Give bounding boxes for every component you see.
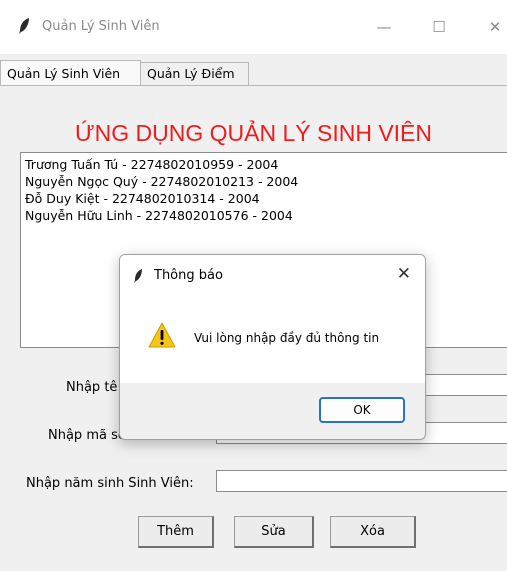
dialog-message: Vui lòng nhập đầy đủ thông tin xyxy=(194,331,380,345)
birth-year-label: Nhập năm sinh Sinh Viên: xyxy=(26,476,194,491)
name-label: Nhập tê xyxy=(66,380,118,395)
dialog-title: Thông báo xyxy=(154,268,223,283)
list-item[interactable]: Đỗ Duy Kiệt - 2274802010314 - 2004 xyxy=(25,191,260,206)
list-item[interactable]: Nguyễn Hữu Linh - 2274802010576 - 2004 xyxy=(25,208,293,223)
feather-icon xyxy=(134,269,142,283)
tab-grade-management[interactable]: Quản Lý Điểm xyxy=(140,62,249,86)
list-item[interactable]: Trương Tuấn Tú - 2274802010959 - 2004 xyxy=(25,157,278,172)
maximize-button[interactable]: ☐ xyxy=(424,14,454,40)
title-bar: Quản Lý Sinh Viên — ☐ ✕ xyxy=(0,0,507,54)
dialog-title-bar: Thông báo ✕ xyxy=(120,255,425,295)
main-window: Quản Lý Sinh Viên — ☐ ✕ Quản Lý Sinh Viê… xyxy=(0,0,507,571)
warning-triangle-icon xyxy=(148,322,176,348)
add-button[interactable]: Thêm xyxy=(138,516,214,548)
dialog-close-button[interactable]: ✕ xyxy=(397,264,411,284)
close-button[interactable]: ✕ xyxy=(480,14,507,40)
birth-year-input[interactable] xyxy=(216,470,507,492)
minimize-button[interactable]: — xyxy=(369,14,399,40)
dialog-body: Vui lòng nhập đầy đủ thông tin xyxy=(120,295,425,383)
ok-button[interactable]: OK xyxy=(319,397,405,423)
app-title: ỨNG DỤNG QUẢN LÝ SINH VIÊN xyxy=(74,120,433,146)
delete-button[interactable]: Xóa xyxy=(330,516,416,548)
list-item[interactable]: Nguyễn Ngọc Quý - 2274802010213 - 2004 xyxy=(25,174,298,189)
tab-student-management[interactable]: Quản Lý Sinh Viên xyxy=(0,60,141,87)
message-dialog: Thông báo ✕ Vui lòng nhập đầy đủ thông t… xyxy=(119,254,426,440)
feather-icon xyxy=(19,18,29,34)
edit-button[interactable]: Sửa xyxy=(234,516,314,548)
window-title: Quản Lý Sinh Viên xyxy=(42,19,160,34)
